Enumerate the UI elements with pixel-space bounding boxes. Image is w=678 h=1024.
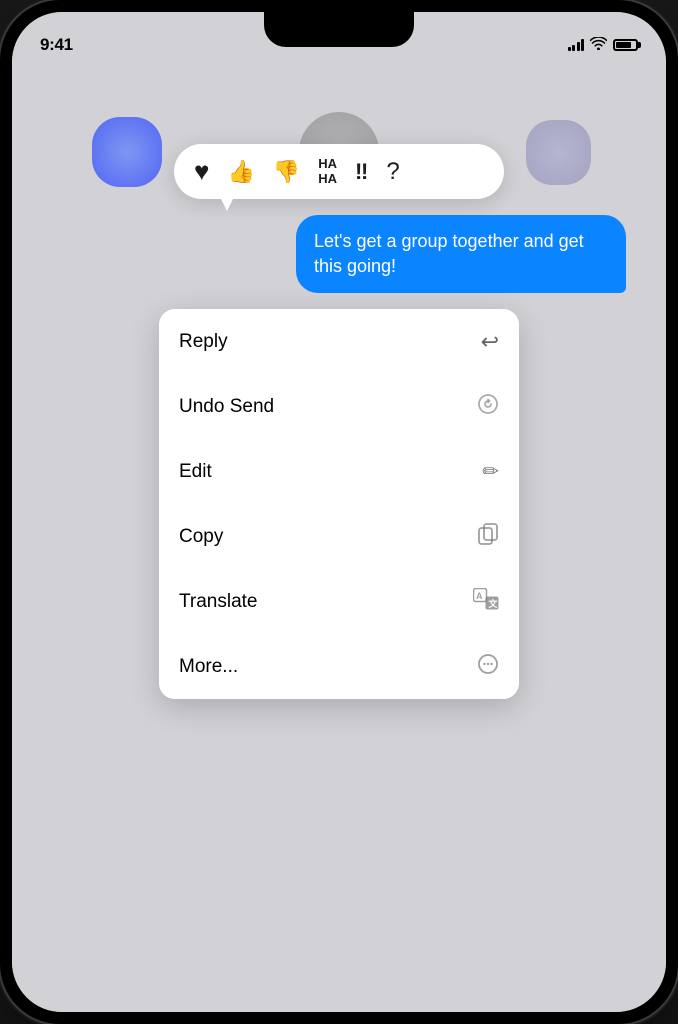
reaction-heart[interactable]: ♥ xyxy=(194,156,209,187)
menu-item-more[interactable]: More... xyxy=(159,634,519,699)
menu-item-copy[interactable]: Copy xyxy=(159,504,519,569)
phone-frame: 9:41 xyxy=(0,0,678,1024)
messages-background: 9:41 xyxy=(12,12,666,1012)
translate-icon: A 文 xyxy=(473,588,499,616)
reply-icon: ↩ xyxy=(481,329,499,355)
menu-item-undo-send[interactable]: Undo Send xyxy=(159,374,519,439)
message-text: Let's get a group together and get this … xyxy=(314,231,584,276)
phone-screen: 9:41 xyxy=(12,12,666,1012)
reaction-thumbsdown[interactable]: 👎 xyxy=(273,159,300,185)
edit-icon: ✏ xyxy=(482,459,499,484)
reaction-question[interactable]: ? xyxy=(386,158,399,186)
more-label: More... xyxy=(179,656,238,678)
undo-send-icon xyxy=(477,393,499,421)
reaction-thumbsup[interactable]: 👍 xyxy=(227,159,254,185)
status-time: 9:41 xyxy=(40,35,73,55)
reaction-exclamation[interactable]: ‼︎ xyxy=(355,159,368,185)
content-area: ♥ 👍 👎 HAHA ‼︎ ? Let's get a group togeth… xyxy=(12,64,666,1012)
translate-label: Translate xyxy=(179,591,258,613)
undo-send-label: Undo Send xyxy=(179,396,274,418)
signal-icon xyxy=(568,39,585,51)
notch xyxy=(264,12,414,47)
wifi-icon xyxy=(590,37,607,53)
more-icon xyxy=(477,653,499,681)
menu-item-edit[interactable]: Edit ✏ xyxy=(159,439,519,504)
reply-label: Reply xyxy=(179,331,228,353)
battery-icon xyxy=(613,39,638,51)
context-menu: Reply ↩ Undo Send xyxy=(159,309,519,699)
menu-item-reply[interactable]: Reply ↩ xyxy=(159,309,519,374)
svg-text:A: A xyxy=(476,591,483,601)
reactions-bar: ♥ 👍 👎 HAHA ‼︎ ? xyxy=(174,144,504,199)
menu-item-translate[interactable]: Translate A 文 xyxy=(159,569,519,634)
edit-label: Edit xyxy=(179,461,212,483)
copy-icon xyxy=(477,523,499,551)
reaction-haha[interactable]: HAHA xyxy=(318,157,337,186)
copy-label: Copy xyxy=(179,526,223,548)
message-bubble: Let's get a group together and get this … xyxy=(296,215,626,293)
svg-text:文: 文 xyxy=(488,598,499,609)
status-icons xyxy=(568,37,639,53)
